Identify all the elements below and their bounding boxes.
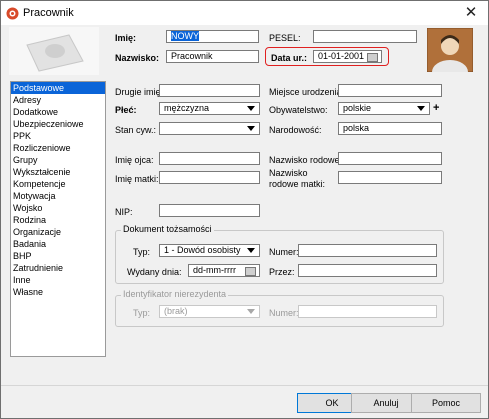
calendar-icon[interactable] (245, 267, 256, 276)
sidebar-item-grupy[interactable]: Grupy (11, 154, 105, 166)
sidebar-item-inne[interactable]: Inne (11, 274, 105, 286)
mother-name-field[interactable] (159, 171, 260, 184)
sidebar-item-organizacje[interactable]: Organizacje (11, 226, 105, 238)
pesel-label: PESEL: (269, 33, 301, 43)
document-type-label: Typ: (133, 247, 151, 257)
sidebar-item-rodzina[interactable]: Rodzina (11, 214, 105, 226)
mother-family-name-field[interactable] (338, 171, 442, 184)
chevron-down-icon (247, 309, 255, 314)
last-name-field[interactable]: Pracownik (166, 50, 259, 63)
sidebar-item-wlasne[interactable]: Własne (11, 286, 105, 298)
first-name-value: NOWY (171, 31, 199, 41)
chevron-down-icon (247, 106, 255, 111)
pesel-field[interactable] (313, 30, 417, 43)
document-number-field[interactable] (298, 244, 437, 257)
issued-date-value: dd-mm-rrrr (193, 265, 236, 275)
close-icon[interactable]: ✕ (459, 4, 483, 22)
chevron-down-icon (247, 126, 255, 131)
middle-name-label: Drugie imię: (115, 87, 164, 97)
chevron-down-icon (417, 106, 425, 111)
first-name-field[interactable]: NOWY (166, 30, 259, 43)
marital-status-label: Stan cyw.: (115, 125, 157, 135)
citizenship-value: polskie (343, 103, 372, 113)
citizenship-select[interactable]: polskie (338, 102, 430, 115)
sidebar-item-adresy[interactable]: Adresy (11, 94, 105, 106)
middle-name-field[interactable] (159, 84, 260, 97)
sidebar-item-zatrudnienie[interactable]: Zatrudnienie (11, 262, 105, 274)
last-name-label: Nazwisko: (115, 53, 160, 63)
nip-label: NIP: (115, 207, 133, 217)
calendar-icon[interactable] (367, 53, 378, 62)
footer-divider (1, 385, 488, 386)
nip-field[interactable] (159, 204, 260, 217)
birth-date-field[interactable]: 01-01-2001 (313, 50, 382, 63)
mother-family-name-label-2: rodowe matki: (269, 179, 326, 189)
sex-value: mężczyzna (164, 103, 210, 113)
employee-window: Pracownik ✕ Imię: NOWY Nazwisko: Pracown… (0, 0, 489, 419)
nonresident-legend: Identyfikator nierezydenta (121, 289, 229, 299)
nationality-label: Narodowość: (269, 125, 322, 135)
sex-select[interactable]: mężczyzna (159, 102, 260, 115)
birthplace-field[interactable] (338, 84, 442, 97)
sidebar-item-podstawowe[interactable]: Podstawowe (11, 82, 105, 94)
sidebar-item-wyksztalcenie[interactable]: Wykształcenie (11, 166, 105, 178)
chevron-down-icon (247, 248, 255, 253)
sidebar-item-rozliczeniowe[interactable]: Rozliczeniowe (11, 142, 105, 154)
document-type-value: 1 - Dowód osobisty (164, 245, 241, 255)
title-bar: Pracownik ✕ (1, 1, 488, 25)
issuer-label: Przez: (269, 267, 295, 277)
nonresident-type-label: Typ: (133, 308, 151, 318)
add-citizenship-button[interactable]: + (433, 102, 439, 114)
sidebar-item-bhp[interactable]: BHP (11, 250, 105, 262)
nationality-field[interactable]: polska (338, 122, 442, 135)
sidebar-item-ppk[interactable]: PPK (11, 130, 105, 142)
app-icon (6, 7, 19, 20)
sidebar-item-motywacja[interactable]: Motywacja (11, 190, 105, 202)
birth-date-label: Data ur.: (271, 53, 308, 63)
birth-date-value: 01-01-2001 (318, 51, 365, 61)
sidebar-item-dodatkowe[interactable]: Dodatkowe (11, 106, 105, 118)
document-number-label: Numer: (269, 247, 299, 257)
birthplace-label: Miejsce urodzenia: (269, 87, 345, 97)
sidebar-item-ubezpieczeniowe[interactable]: Ubezpieczeniowe (11, 118, 105, 130)
first-name-label: Imię: (115, 33, 137, 43)
mother-family-name-label-1: Nazwisko (269, 168, 308, 178)
sidebar-item-kompetencje[interactable]: Kompetencje (11, 178, 105, 190)
help-button[interactable]: Pomoc (411, 393, 481, 413)
section-list[interactable]: Podstawowe Adresy Dodatkowe Ubezpieczeni… (10, 81, 106, 357)
mother-name-label: Imię matki: (115, 174, 159, 184)
sidebar-item-badania[interactable]: Badania (11, 238, 105, 250)
father-name-field[interactable] (159, 152, 260, 165)
issued-date-label: Wydany dnia: (127, 267, 182, 277)
employee-photo[interactable] (427, 28, 473, 72)
document-type-select[interactable]: 1 - Dowód osobisty (159, 244, 260, 257)
sidebar-item-wojsko[interactable]: Wojsko (11, 202, 105, 214)
issued-date-field[interactable]: dd-mm-rrrr (188, 264, 260, 277)
family-name-field[interactable] (338, 152, 442, 165)
father-name-label: Imię ojca: (115, 155, 154, 165)
photo-placeholder (9, 27, 99, 75)
nonresident-type-select[interactable]: (brak) (159, 305, 260, 318)
nonresident-type-value: (brak) (164, 306, 188, 316)
marital-status-select[interactable] (159, 122, 260, 135)
citizenship-label: Obywatelstwo: (269, 105, 328, 115)
window-title: Pracownik (23, 7, 74, 19)
nonresident-number-field[interactable] (298, 305, 437, 318)
issuer-field[interactable] (298, 264, 437, 277)
family-name-label: Nazwisko rodowe: (269, 155, 343, 165)
nonresident-number-label: Numer: (269, 308, 299, 318)
sex-label: Płeć: (115, 105, 137, 115)
id-document-legend: Dokument tożsamości (121, 224, 214, 234)
